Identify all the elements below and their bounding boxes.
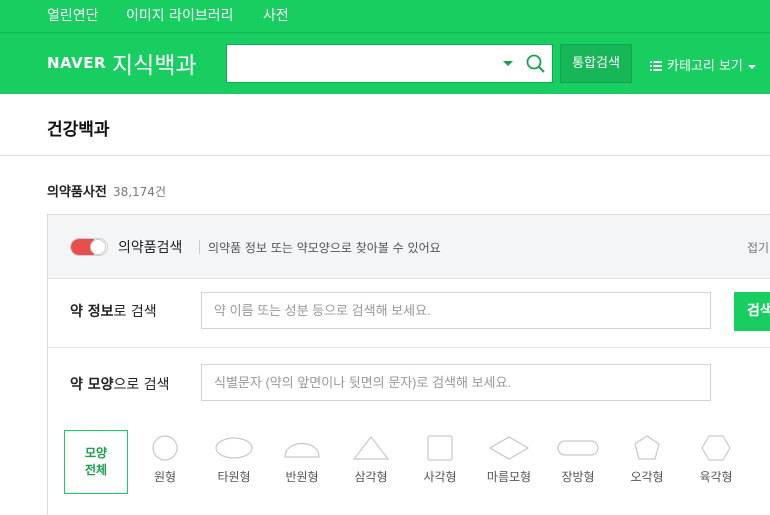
shape-identifier-input[interactable] [201, 364, 711, 401]
top-nav-item-open-forum[interactable]: 열린연단 [47, 5, 99, 25]
info-search-label: 약 정보로 검색 [70, 304, 157, 320]
header: NAVER 지식백과 통합검색 카테고리 보기 [0, 32, 770, 94]
dictionary-info: 의약품사전 38,174건 [47, 181, 166, 200]
info-search-row: 약 정보로 검색 검색 [48, 279, 770, 348]
pentagon-shape-icon [634, 435, 660, 460]
shape-rhombus[interactable]: 마름모형 [478, 435, 540, 485]
panel-label: 의약품검색 [118, 240, 183, 256]
triangle-shape-icon [352, 436, 390, 460]
rhombus-shape-icon [488, 436, 530, 460]
shape-oblong[interactable]: 장방형 [547, 435, 609, 485]
search-input[interactable] [227, 45, 492, 82]
search-toggle[interactable] [70, 238, 108, 256]
half-round-shape-icon [284, 443, 320, 458]
oblong-shape-icon [557, 440, 599, 456]
category-view-button[interactable]: 카테고리 보기 [650, 55, 756, 74]
divider [199, 240, 200, 254]
dictionary-name[interactable]: 의약품사전 [47, 185, 107, 200]
circle-shape-icon [152, 435, 178, 461]
shape-search-label: 약 모양으로 검색 [70, 377, 170, 393]
service-title[interactable]: 지식백과 [112, 46, 197, 80]
shape-oval[interactable]: 타원형 [203, 435, 265, 485]
square-shape-icon [427, 435, 453, 461]
list-icon [650, 60, 662, 71]
drug-info-search-input[interactable] [201, 292, 711, 329]
shape-triangle[interactable]: 삼각형 [340, 435, 402, 485]
search-box [226, 44, 553, 83]
total-search-button[interactable]: 통합검색 [560, 44, 632, 83]
dictionary-count: 38,174건 [112, 185, 166, 199]
shape-all-button[interactable]: 모양 전체 [64, 430, 128, 494]
oval-shape-icon [215, 437, 253, 459]
fold-button[interactable]: 접기 [747, 239, 769, 256]
top-nav-item-dictionary[interactable]: 사전 [263, 5, 289, 25]
shape-square[interactable]: 사각형 [409, 435, 471, 485]
panel-header: 의약품검색 의약품 정보 또는 약모양으로 찾아볼 수 있어요 접기 [48, 215, 770, 279]
shape-round[interactable]: 원형 [134, 435, 196, 485]
panel-description: 의약품 정보 또는 약모양으로 찾아볼 수 있어요 [208, 241, 441, 255]
top-nav-item-image-library[interactable]: 이미지 라이브러리 [126, 5, 234, 25]
drug-search-panel: 의약품검색 의약품 정보 또는 약모양으로 찾아볼 수 있어요 접기 약 정보로… [47, 214, 770, 515]
chevron-down-icon [747, 64, 756, 69]
toggle-knob [90, 239, 106, 255]
naver-logo[interactable]: NAVER [47, 54, 106, 72]
top-nav-bar: 열린연단 이미지 라이브러리 사전 [0, 0, 770, 32]
shape-search-row: 약 모양으로 검색 [48, 348, 770, 418]
shape-hexagon[interactable]: 육각형 [685, 435, 747, 485]
search-icon[interactable] [525, 53, 547, 75]
hexagon-shape-icon [701, 435, 731, 461]
page-head: 건강백과 [0, 94, 770, 156]
caret-down-icon[interactable] [503, 61, 513, 66]
info-search-button[interactable]: 검색 [734, 292, 770, 331]
category-label: 카테고리 보기 [667, 59, 743, 74]
shape-half-round[interactable]: 반원형 [271, 435, 333, 485]
shape-pentagon[interactable]: 오각형 [616, 435, 678, 485]
page-title[interactable]: 건강백과 [47, 115, 110, 140]
